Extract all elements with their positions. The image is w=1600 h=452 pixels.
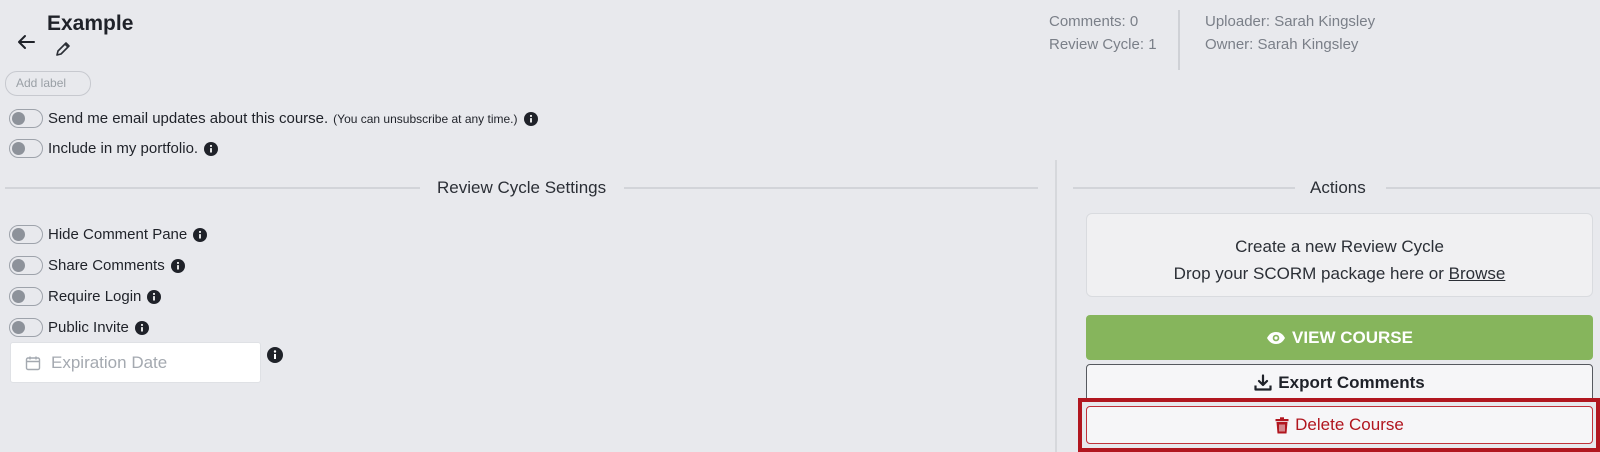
hide-comment-pane-row: Hide Comment Pane: [9, 225, 208, 244]
browse-link[interactable]: Browse: [1449, 264, 1506, 283]
delete-course-label: Delete Course: [1295, 415, 1404, 434]
review-cycle-count: Review Cycle: 1: [1049, 36, 1157, 53]
export-comments-button[interactable]: Export Comments: [1086, 364, 1593, 402]
share-comments-toggle[interactable]: [9, 256, 43, 275]
info-icon[interactable]: [204, 141, 219, 156]
info-icon[interactable]: [523, 111, 538, 126]
drop-zone-instructions: Drop your SCORM package here or Browse: [1087, 260, 1592, 287]
section-divider: [1073, 187, 1295, 189]
back-arrow-icon[interactable]: [14, 30, 38, 54]
actions-title: Actions: [1310, 178, 1366, 197]
view-course-button[interactable]: VIEW COURSE: [1086, 315, 1593, 360]
section-divider: [5, 187, 420, 189]
trash-icon: [1275, 416, 1289, 434]
expiration-date-placeholder: Expiration Date: [51, 352, 168, 372]
uploader-info: Uploader: Sarah Kingsley: [1205, 13, 1376, 30]
require-login-label: Require Login: [48, 288, 142, 305]
drop-zone-text: Drop your SCORM package here or: [1173, 264, 1444, 283]
eye-icon: [1266, 331, 1286, 345]
require-login-toggle[interactable]: [9, 287, 43, 306]
hide-comment-pane-toggle[interactable]: [9, 225, 43, 244]
section-divider: [624, 187, 1038, 189]
review-settings-title: Review Cycle Settings: [437, 178, 607, 197]
comments-count: Comments: 0: [1049, 13, 1139, 30]
expiration-date-input[interactable]: Expiration Date: [10, 342, 261, 383]
share-comments-label: Share Comments: [48, 257, 165, 274]
email-updates-label: Send me email updates about this course.: [48, 110, 329, 127]
calendar-icon: [25, 355, 41, 371]
drop-zone-heading: Create a new Review Cycle: [1235, 237, 1444, 256]
public-invite-toggle[interactable]: [9, 318, 43, 337]
email-updates-note: (You can unsubscribe at any time.): [333, 111, 518, 126]
require-login-row: Require Login: [9, 287, 162, 306]
info-icon[interactable]: [193, 227, 208, 242]
meta-divider: [1178, 10, 1180, 70]
column-divider: [1055, 160, 1057, 452]
portfolio-row: Include in my portfolio.: [9, 139, 219, 158]
delete-course-button[interactable]: Delete Course: [1086, 406, 1593, 444]
download-icon: [1254, 374, 1272, 392]
portfolio-toggle[interactable]: [9, 139, 43, 158]
email-updates-row: Send me email updates about this course.…: [9, 109, 538, 128]
info-icon[interactable]: [134, 320, 149, 335]
add-label-input[interactable]: Add label: [5, 71, 91, 96]
edit-title-pencil-icon[interactable]: [55, 41, 71, 57]
public-invite-row: Public Invite: [9, 318, 149, 337]
info-icon[interactable]: [267, 347, 283, 363]
info-icon[interactable]: [170, 258, 185, 273]
info-icon[interactable]: [147, 289, 162, 304]
share-comments-row: Share Comments: [9, 256, 185, 275]
portfolio-label: Include in my portfolio.: [48, 140, 199, 157]
email-updates-toggle[interactable]: [9, 109, 43, 128]
public-invite-label: Public Invite: [48, 319, 129, 336]
export-comments-label: Export Comments: [1278, 373, 1425, 392]
owner-info: Owner: Sarah Kingsley: [1205, 36, 1359, 53]
page-title: Example: [47, 12, 134, 35]
scorm-drop-zone[interactable]: Create a new Review Cycle Drop your SCOR…: [1086, 213, 1593, 297]
hide-comment-pane-label: Hide Comment Pane: [48, 226, 188, 243]
view-course-label: VIEW COURSE: [1292, 327, 1413, 347]
section-divider: [1386, 187, 1600, 189]
